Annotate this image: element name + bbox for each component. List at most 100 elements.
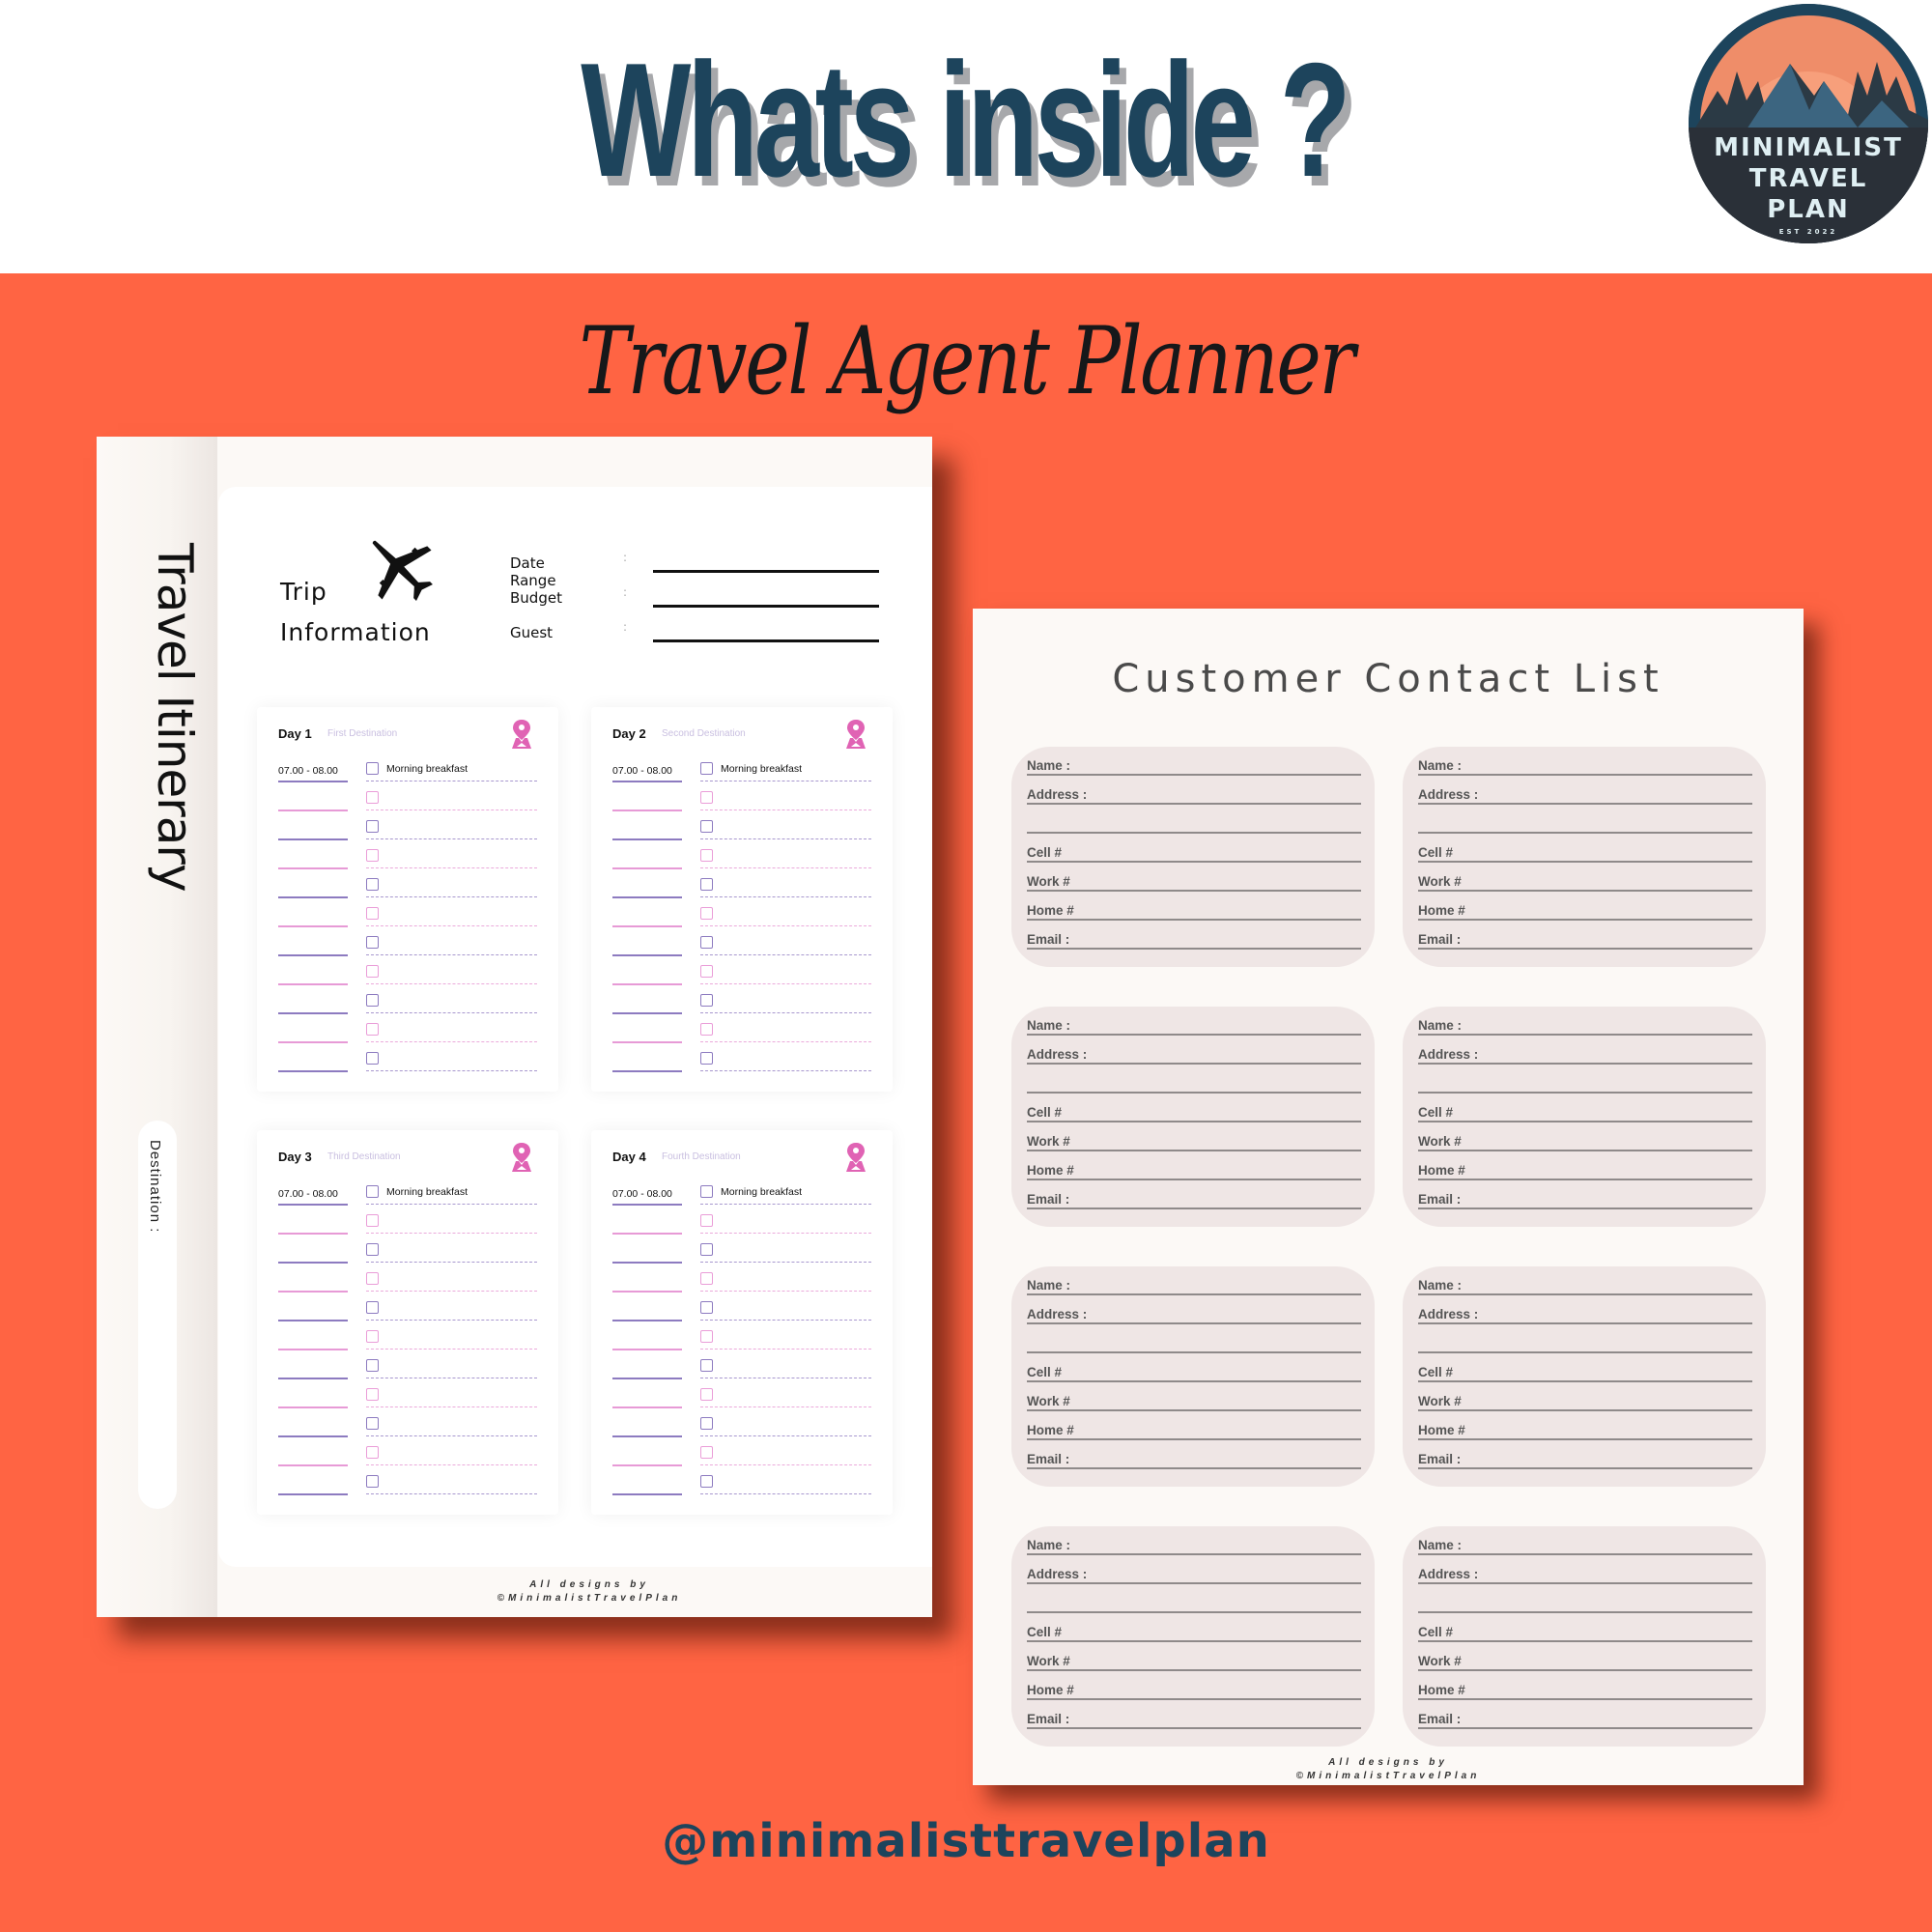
work-field[interactable]: Work #	[1418, 874, 1752, 894]
home-underline[interactable]	[1027, 1698, 1361, 1700]
activity-checkbox[interactable]	[700, 936, 713, 949]
activity-input-line[interactable]	[366, 1041, 537, 1042]
home-underline[interactable]	[1027, 1438, 1361, 1440]
activity-checkbox[interactable]	[700, 1185, 713, 1198]
activity-input-line[interactable]	[700, 1493, 871, 1494]
time-input-line[interactable]	[612, 1435, 682, 1437]
blank-underline[interactable]	[1418, 1351, 1752, 1353]
work-underline[interactable]	[1027, 1150, 1361, 1151]
activity-input-line[interactable]	[700, 1464, 871, 1465]
address-field[interactable]: Address :	[1418, 1567, 1752, 1586]
email-underline[interactable]	[1027, 1727, 1361, 1729]
activity-checkbox[interactable]	[700, 1330, 713, 1343]
activity-checkbox[interactable]	[700, 849, 713, 862]
time-input-line[interactable]	[278, 1349, 348, 1350]
name-underline[interactable]	[1418, 1553, 1752, 1555]
blank-underline[interactable]	[1027, 832, 1361, 834]
time-input-line[interactable]	[278, 1291, 348, 1293]
time-input-line[interactable]	[612, 1406, 682, 1408]
time-input-line[interactable]	[612, 1349, 682, 1350]
cell-field[interactable]: Cell #	[1418, 1365, 1752, 1384]
name-field[interactable]: Name :	[1027, 758, 1361, 778]
social-handle[interactable]: @minimalisttravelplan	[0, 1814, 1932, 1868]
activity-input-line[interactable]	[366, 1406, 537, 1407]
activity-input-line[interactable]	[366, 1493, 537, 1494]
address-field[interactable]: Address :	[1027, 1047, 1361, 1066]
activity-checkbox[interactable]	[700, 762, 713, 775]
activity-input-line[interactable]	[700, 1435, 871, 1436]
blank-field[interactable]	[1418, 816, 1752, 836]
blank-underline[interactable]	[1418, 1092, 1752, 1094]
work-field[interactable]: Work #	[1418, 1394, 1752, 1413]
home-underline[interactable]	[1418, 1179, 1752, 1180]
blank-field[interactable]	[1027, 1336, 1361, 1355]
activity-checkbox[interactable]	[366, 1359, 379, 1372]
cell-field[interactable]: Cell #	[1418, 845, 1752, 865]
cell-field[interactable]: Cell #	[1027, 1105, 1361, 1124]
address-underline[interactable]	[1027, 1063, 1361, 1065]
email-underline[interactable]	[1027, 1208, 1361, 1209]
time-input-line[interactable]	[612, 781, 682, 782]
address-underline[interactable]	[1027, 803, 1361, 805]
home-field[interactable]: Home #	[1027, 1163, 1361, 1182]
time-input-line[interactable]	[612, 867, 682, 869]
email-field[interactable]: Email :	[1027, 932, 1361, 952]
time-input-line[interactable]	[612, 954, 682, 956]
time-input-line[interactable]	[612, 1041, 682, 1043]
blank-underline[interactable]	[1027, 1351, 1361, 1353]
activity-input-line[interactable]	[700, 838, 871, 839]
work-field[interactable]: Work #	[1027, 1654, 1361, 1673]
home-field[interactable]: Home #	[1027, 1423, 1361, 1442]
activity-checkbox[interactable]	[366, 1446, 379, 1459]
time-input-line[interactable]	[278, 1041, 348, 1043]
blank-field[interactable]	[1027, 1076, 1361, 1095]
guest-line[interactable]	[653, 639, 879, 642]
blank-underline[interactable]	[1418, 832, 1752, 834]
activity-input-line[interactable]	[700, 1349, 871, 1350]
cell-underline[interactable]	[1027, 861, 1361, 863]
activity-input-line[interactable]	[366, 983, 537, 984]
time-input-line[interactable]	[278, 1320, 348, 1321]
email-underline[interactable]	[1418, 1727, 1752, 1729]
time-input-line[interactable]	[278, 1233, 348, 1235]
email-field[interactable]: Email :	[1027, 1452, 1361, 1471]
time-input-line[interactable]	[612, 896, 682, 898]
cell-underline[interactable]	[1027, 1380, 1361, 1382]
name-underline[interactable]	[1418, 774, 1752, 776]
time-input-line[interactable]	[612, 1464, 682, 1466]
activity-checkbox[interactable]	[700, 1214, 713, 1227]
activity-input-line[interactable]	[366, 1012, 537, 1013]
time-input-line[interactable]	[612, 1204, 682, 1206]
cell-field[interactable]: Cell #	[1027, 1365, 1361, 1384]
address-underline[interactable]	[1418, 803, 1752, 805]
cell-underline[interactable]	[1027, 1121, 1361, 1122]
time-input-line[interactable]	[278, 1262, 348, 1264]
home-underline[interactable]	[1418, 1698, 1752, 1700]
work-underline[interactable]	[1418, 1150, 1752, 1151]
address-underline[interactable]	[1418, 1322, 1752, 1324]
work-underline[interactable]	[1027, 1409, 1361, 1411]
email-underline[interactable]	[1027, 948, 1361, 950]
name-field[interactable]: Name :	[1418, 1278, 1752, 1297]
address-field[interactable]: Address :	[1027, 1307, 1361, 1326]
cell-underline[interactable]	[1418, 1380, 1752, 1382]
activity-checkbox[interactable]	[700, 820, 713, 833]
name-underline[interactable]	[1418, 1034, 1752, 1036]
activity-checkbox[interactable]	[700, 1359, 713, 1372]
home-underline[interactable]	[1027, 1179, 1361, 1180]
activity-input-line[interactable]	[700, 954, 871, 955]
blank-field[interactable]	[1027, 1596, 1361, 1615]
email-underline[interactable]	[1418, 948, 1752, 950]
activity-checkbox[interactable]	[700, 1475, 713, 1488]
home-field[interactable]: Home #	[1418, 903, 1752, 923]
time-input-line[interactable]	[612, 1262, 682, 1264]
name-underline[interactable]	[1418, 1293, 1752, 1295]
email-underline[interactable]	[1418, 1208, 1752, 1209]
time-input-line[interactable]	[612, 1320, 682, 1321]
email-underline[interactable]	[1027, 1467, 1361, 1469]
activity-input-line[interactable]	[366, 954, 537, 955]
activity-input-line[interactable]	[700, 867, 871, 868]
activity-checkbox[interactable]	[700, 1243, 713, 1256]
activity-checkbox[interactable]	[700, 1023, 713, 1036]
address-field[interactable]: Address :	[1027, 1567, 1361, 1586]
